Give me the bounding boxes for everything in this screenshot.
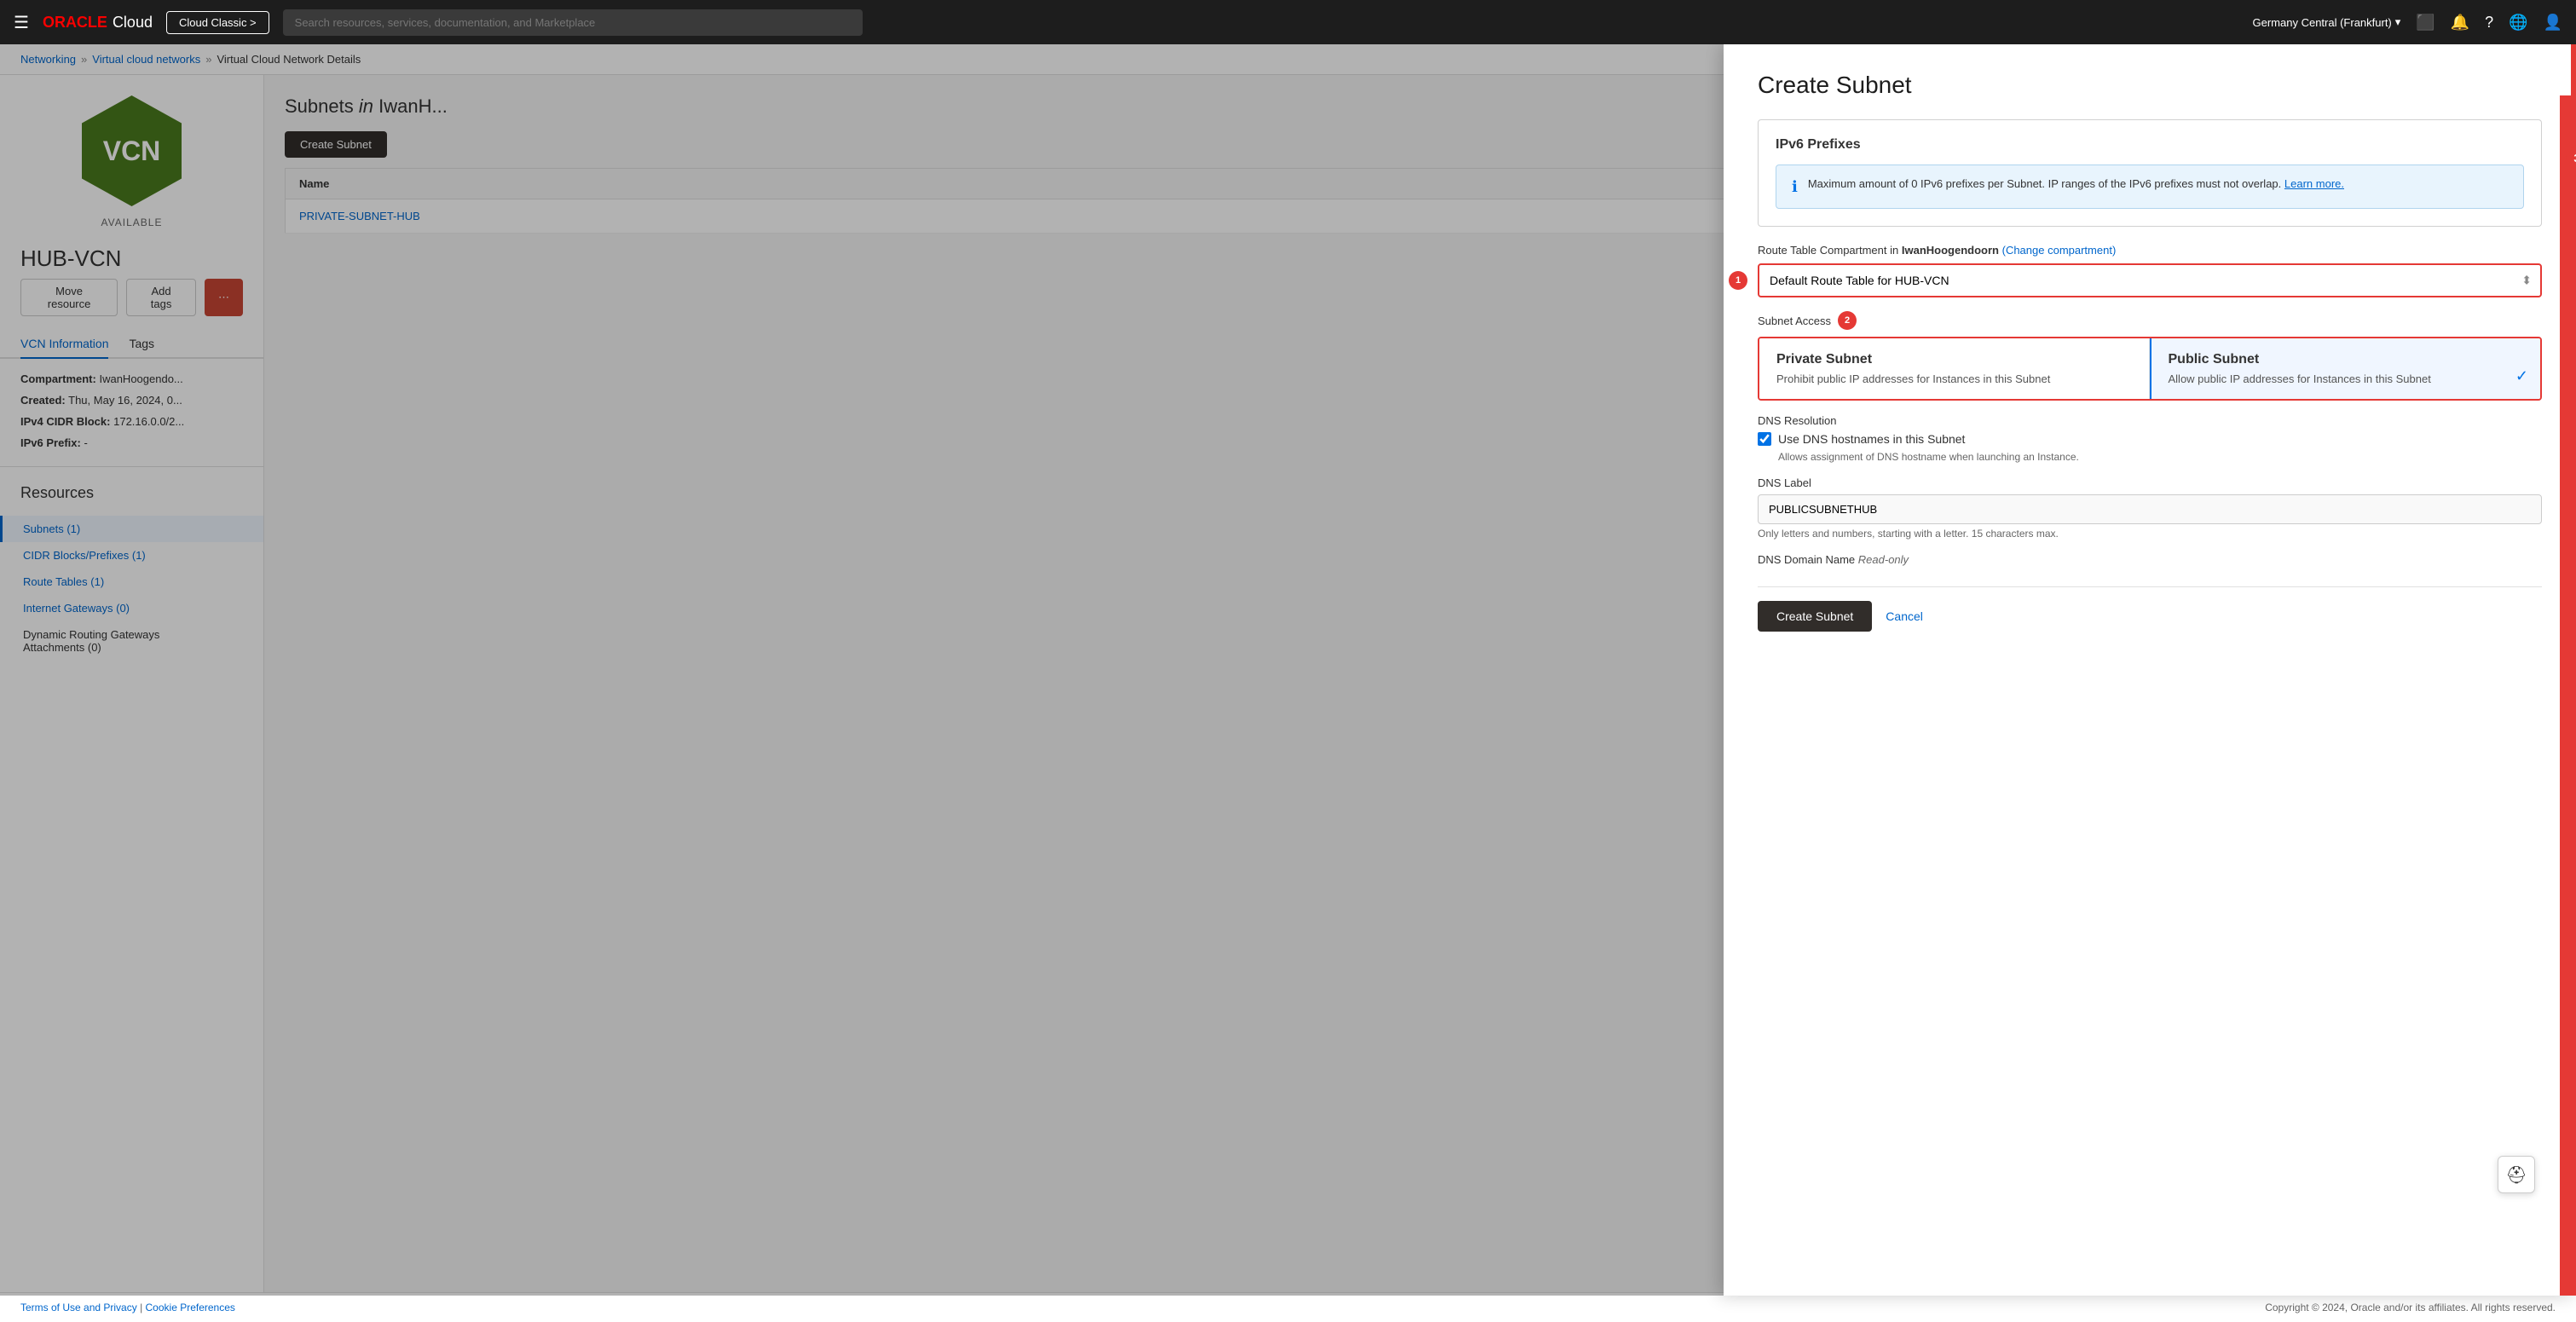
dns-hostname-checkbox[interactable] (1758, 432, 1771, 446)
ipv6-section: IPv6 Prefixes ℹ Maximum amount of 0 IPv6… (1758, 119, 2542, 227)
route-table-select-wrapper: 1 Default Route Table for HUB-VCN ⬍ (1758, 263, 2542, 297)
subnet-access-badge: 2 (1838, 311, 1857, 330)
ipv6-info-text: Maximum amount of 0 IPv6 prefixes per Su… (1808, 177, 2344, 190)
compartment-name: IwanHoogendoorn (1902, 244, 1999, 257)
language-icon[interactable]: 🌐 (2509, 14, 2527, 32)
page-footer: Terms of Use and Privacy | Cookie Prefer… (0, 1292, 2576, 1322)
dns-hostname-checkbox-label: Use DNS hostnames in this Subnet (1778, 432, 1965, 446)
dns-label-input[interactable] (1758, 494, 2542, 524)
help-icon[interactable]: ? (2485, 14, 2493, 32)
cookie-link[interactable]: Cookie Preferences (146, 1302, 235, 1313)
dns-resolution-section: DNS Resolution Use DNS hostnames in this… (1758, 414, 2542, 463)
subnet-access-options: Private Subnet Prohibit public IP addres… (1758, 337, 2542, 401)
cloud-text: Cloud (113, 14, 153, 32)
help-widget-icon: ⛑ (2505, 1164, 2527, 1186)
dns-hostname-helper: Allows assignment of DNS hostname when l… (1778, 451, 2542, 463)
cloud-classic-button[interactable]: Cloud Classic > (166, 11, 269, 34)
public-subnet-option[interactable]: Public Subnet Allow public IP addresses … (2150, 338, 2541, 399)
dns-hostname-checkbox-row: Use DNS hostnames in this Subnet (1758, 432, 2542, 446)
route-table-badge: 1 (1729, 271, 1747, 290)
oracle-logo: ORACLE Cloud (43, 14, 153, 32)
search-input[interactable] (283, 9, 863, 36)
dns-domain-readonly-tag: Read-only (1858, 553, 1909, 566)
footer-left: Terms of Use and Privacy | Cookie Prefer… (20, 1302, 235, 1313)
top-navigation: ☰ ORACLE Cloud Cloud Classic > Germany C… (0, 0, 2576, 44)
modal-title: Create Subnet (1758, 72, 2542, 99)
route-compartment-info: Route Table Compartment in IwanHoogendoo… (1758, 244, 2542, 257)
dns-label-hint: Only letters and numbers, starting with … (1758, 528, 2542, 540)
help-widget[interactable]: ⛑ (2498, 1156, 2535, 1193)
notifications-icon[interactable]: 🔔 (2451, 14, 2469, 32)
route-table-select[interactable]: Default Route Table for HUB-VCN (1758, 263, 2542, 297)
hamburger-icon[interactable]: ☰ (14, 12, 29, 33)
create-subnet-submit-button[interactable]: Create Subnet (1758, 601, 1872, 632)
region-chevron-icon: ▾ (2395, 15, 2401, 29)
public-subnet-check-icon: ✓ (2515, 367, 2528, 385)
profile-icon[interactable]: 👤 (2544, 14, 2562, 32)
cloud-shell-icon[interactable]: ⬛ (2416, 14, 2434, 32)
nav-right: Germany Central (Frankfurt) ▾ ⬛ 🔔 ? 🌐 👤 (2253, 14, 2563, 32)
dns-label-section: DNS Label Only letters and numbers, star… (1758, 476, 2542, 540)
public-subnet-title: Public Subnet (2169, 352, 2524, 367)
private-subnet-option[interactable]: Private Subnet Prohibit public IP addres… (1759, 338, 2150, 399)
modal-footer: Create Subnet Cancel (1758, 586, 2542, 632)
private-subnet-description: Prohibit public IP addresses for Instanc… (1776, 372, 2132, 385)
dns-domain-label: DNS Domain Name Read-only (1758, 553, 2542, 566)
terms-link[interactable]: Terms of Use and Privacy (20, 1302, 137, 1313)
oracle-text: ORACLE (43, 14, 107, 32)
dns-resolution-label: DNS Resolution (1758, 414, 2542, 427)
ipv6-learn-more-link[interactable]: Learn more. (2284, 177, 2344, 190)
create-subnet-panel: 3 Create Subnet IPv6 Prefixes ℹ Maximum … (1724, 44, 2576, 1296)
cancel-button[interactable]: Cancel (1886, 609, 1923, 623)
subnet-access-label: Subnet Access 2 (1758, 311, 2542, 330)
region-text: Germany Central (Frankfurt) (2253, 16, 2392, 29)
footer-copyright: Copyright © 2024, Oracle and/or its affi… (2265, 1302, 2556, 1313)
info-icon: ℹ (1792, 178, 1798, 196)
change-compartment-link[interactable]: (Change compartment) (2002, 244, 2117, 257)
public-subnet-description: Allow public IP addresses for Instances … (2169, 372, 2524, 385)
private-subnet-title: Private Subnet (1776, 352, 2132, 367)
ipv6-section-title: IPv6 Prefixes (1776, 137, 2524, 153)
modal-red-border (2571, 44, 2576, 1296)
modal-overlay: 3 Create Subnet IPv6 Prefixes ℹ Maximum … (0, 44, 2576, 1296)
dns-label-label: DNS Label (1758, 476, 2542, 489)
subnet-access-section: Subnet Access 2 Private Subnet Prohibit … (1758, 311, 2542, 401)
dns-domain-section: DNS Domain Name Read-only (1758, 553, 2542, 566)
ipv6-info-banner: ℹ Maximum amount of 0 IPv6 prefixes per … (1776, 165, 2524, 209)
route-table-section: Route Table Compartment in IwanHoogendoo… (1758, 244, 2542, 297)
modal-badge-3: 3 (2566, 147, 2576, 169)
region-selector[interactable]: Germany Central (Frankfurt) ▾ (2253, 15, 2401, 29)
